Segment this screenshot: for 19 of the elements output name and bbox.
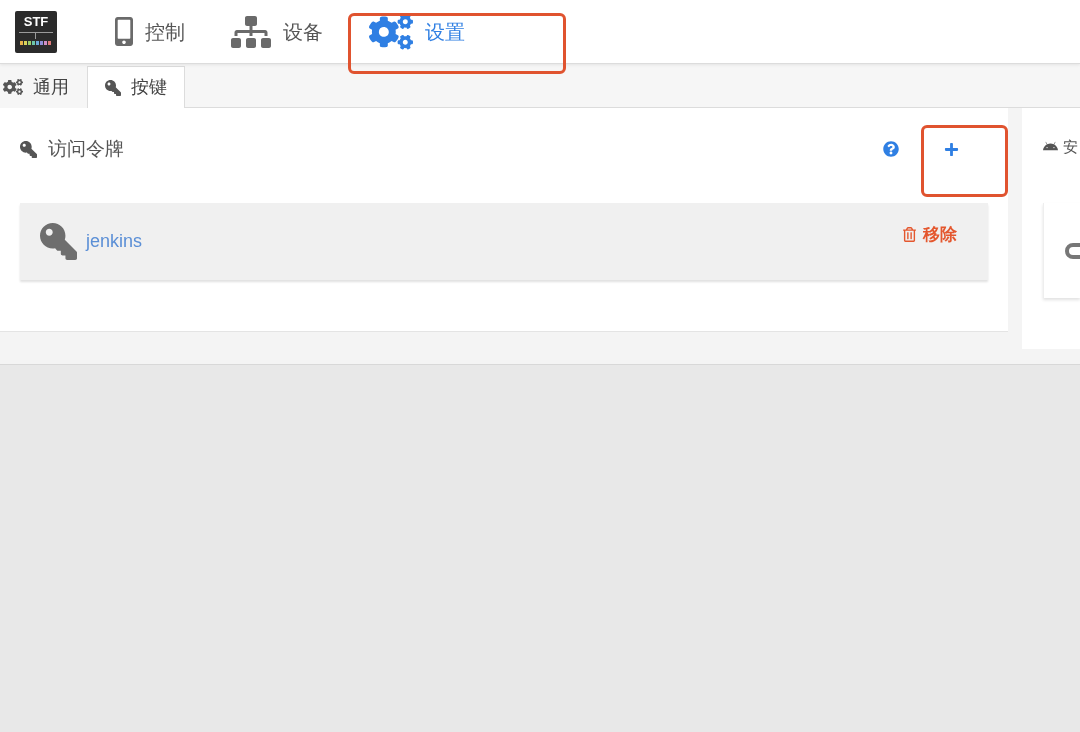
key-icon — [40, 223, 77, 260]
tab[interactable]: 按键 — [87, 66, 185, 108]
sitemap-icon — [231, 15, 271, 48]
gears-icon — [3, 79, 23, 95]
key-icon — [105, 79, 121, 96]
nav-link[interactable]: 设置 — [346, 0, 488, 63]
phone-icon — [115, 17, 133, 46]
nav-link[interactable]: 控制 — [92, 0, 208, 63]
trash-icon — [903, 227, 916, 243]
plus-icon — [943, 141, 959, 157]
nav-link[interactable]: 设备 — [208, 0, 346, 63]
color-bars-icon — [19, 31, 53, 46]
gears-icon — [369, 13, 413, 50]
panel-title: 安 — [1063, 137, 1078, 157]
chain-icon — [1064, 240, 1080, 261]
logo-text: STF — [23, 13, 49, 29]
key-icon — [20, 140, 37, 158]
panel-title: 访问令牌 — [48, 137, 124, 161]
help-icon[interactable] — [883, 141, 899, 157]
